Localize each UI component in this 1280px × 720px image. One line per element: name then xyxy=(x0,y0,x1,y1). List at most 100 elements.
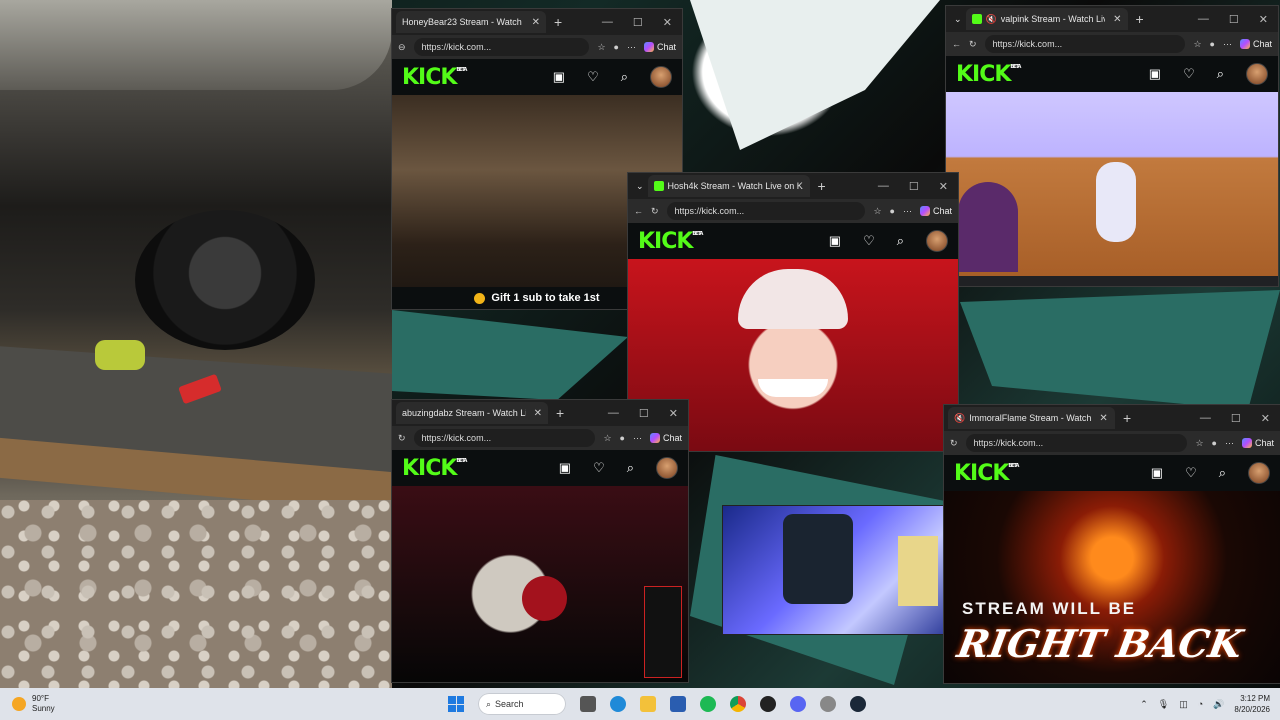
browse-icon[interactable]: ▣ xyxy=(829,233,841,249)
url-field[interactable]: https://kick.com... xyxy=(413,429,596,447)
edge-icon[interactable] xyxy=(610,696,626,712)
reload-icon[interactable]: ↻ xyxy=(398,433,406,444)
menu-icon[interactable]: ⋯ xyxy=(903,206,912,217)
volume-icon[interactable]: 🔊 xyxy=(1213,699,1224,710)
new-tab-button[interactable]: + xyxy=(1123,410,1131,426)
close-window-icon[interactable]: ✕ xyxy=(669,407,678,420)
maximize-icon[interactable]: ☐ xyxy=(1229,13,1239,26)
user-avatar[interactable] xyxy=(926,230,948,252)
tab-abuzing[interactable]: abuzingdabz Stream - Watch Live ✕ xyxy=(396,402,548,424)
kick-logo[interactable]: KICK BETA xyxy=(956,62,1021,87)
search-icon[interactable]: ⌕ xyxy=(621,69,628,85)
close-tab-icon[interactable]: ✕ xyxy=(1099,413,1107,424)
star-icon[interactable]: ☆ xyxy=(597,42,605,53)
clock[interactable]: 3:12 PM 8/20/2026 xyxy=(1234,693,1270,715)
url-field[interactable]: https://kick.com... xyxy=(965,434,1188,452)
profile-icon[interactable]: ● xyxy=(1212,438,1217,448)
menu-icon[interactable]: ⋯ xyxy=(1225,438,1234,449)
settings-icon[interactable] xyxy=(820,696,836,712)
windows-start-icon[interactable] xyxy=(448,696,464,712)
following-icon[interactable]: ♡ xyxy=(1185,465,1197,481)
close-window-icon[interactable]: ✕ xyxy=(663,16,672,29)
browser-window-abuzing[interactable]: abuzingdabz Stream - Watch Live ✕ + — ☐ ✕ … xyxy=(392,400,688,682)
profile-icon[interactable]: ● xyxy=(614,42,619,52)
back-icon[interactable]: ← xyxy=(952,39,961,49)
new-tab-button[interactable]: + xyxy=(818,178,826,194)
reload-icon[interactable]: ↻ xyxy=(950,438,958,449)
mic-icon[interactable]: 🎙 xyxy=(1158,699,1169,710)
tab-immoral[interactable]: 🔇 ImmoralFlame Stream - Watch ✕ xyxy=(948,407,1115,429)
close-window-icon[interactable]: ✕ xyxy=(1259,13,1268,26)
close-tab-icon[interactable]: ✕ xyxy=(1113,14,1121,25)
search-icon[interactable]: ⌕ xyxy=(897,233,904,249)
close-tab-icon[interactable]: ✕ xyxy=(532,17,540,28)
url-field[interactable]: https://kick.com... xyxy=(413,38,590,56)
minimize-icon[interactable]: — xyxy=(1200,412,1211,425)
wifi-icon[interactable]: ◔ xyxy=(1198,699,1203,709)
close-tab-icon[interactable]: ✕ xyxy=(534,408,542,419)
following-icon[interactable]: ♡ xyxy=(1183,66,1195,82)
tab-valpink[interactable]: 🔇 valpink Stream - Watch Live o ✕ xyxy=(965,8,1128,30)
copilot-chat-button[interactable]: Chat xyxy=(649,433,682,443)
reload-icon[interactable]: ↻ xyxy=(651,206,659,217)
menu-icon[interactable]: ⋯ xyxy=(627,42,636,53)
tab-list-icon[interactable]: ⌄ xyxy=(954,14,962,25)
profile-icon[interactable]: ● xyxy=(890,206,895,216)
kick-logo[interactable]: KICK BETA xyxy=(638,229,703,254)
menu-icon[interactable]: ⋯ xyxy=(1223,39,1232,50)
browser-window-immoral[interactable]: 🔇 ImmoralFlame Stream - Watch ✕ + — ☐ ✕ ↻ … xyxy=(944,405,1280,683)
minimize-icon[interactable]: — xyxy=(1198,13,1209,26)
following-icon[interactable]: ♡ xyxy=(587,69,599,85)
user-avatar[interactable] xyxy=(650,66,672,88)
tab-hosh[interactable]: Hosh4k Stream - Watch Live on K xyxy=(647,175,810,197)
following-icon[interactable]: ♡ xyxy=(593,460,605,476)
profile-icon[interactable]: ● xyxy=(1210,39,1215,49)
stream-video[interactable]: STREAM WILL BE RIGHT BACK xyxy=(944,491,1280,683)
browser-window-valpink[interactable]: ⌄ 🔇 valpink Stream - Watch Live o ✕ + — ☐… xyxy=(946,6,1278,286)
copilot-chat-button[interactable]: Chat xyxy=(919,206,952,216)
muted-icon[interactable]: 🔇 xyxy=(986,14,997,25)
kick-logo[interactable]: KICK BETA xyxy=(954,461,1019,486)
user-avatar[interactable] xyxy=(1248,462,1270,484)
muted-icon[interactable]: 🔇 xyxy=(954,413,965,424)
star-icon[interactable]: ☆ xyxy=(603,433,611,444)
obs-icon[interactable] xyxy=(760,696,776,712)
taskbar-search[interactable]: ⌕ Search xyxy=(478,693,566,715)
following-icon[interactable]: ♡ xyxy=(863,233,875,249)
stream-video[interactable] xyxy=(392,486,688,682)
kick-logo[interactable]: KICK BETA xyxy=(402,65,467,90)
star-icon[interactable]: ☆ xyxy=(1195,438,1203,449)
maximize-icon[interactable]: ☐ xyxy=(633,16,643,29)
discord-icon[interactable] xyxy=(790,696,806,712)
maximize-icon[interactable]: ☐ xyxy=(909,180,919,193)
stream-video[interactable] xyxy=(946,92,1278,276)
browse-icon[interactable]: ▣ xyxy=(553,69,565,85)
user-avatar[interactable] xyxy=(1246,63,1268,85)
minimize-icon[interactable]: — xyxy=(878,180,889,193)
star-icon[interactable]: ☆ xyxy=(873,206,881,217)
close-window-icon[interactable]: ✕ xyxy=(1261,412,1270,425)
reload-icon[interactable]: ↻ xyxy=(969,39,977,50)
network-icon[interactable]: ◫ xyxy=(1179,699,1188,710)
url-field[interactable]: https://kick.com... xyxy=(666,202,866,220)
file-explorer-icon[interactable] xyxy=(640,696,656,712)
search-icon[interactable]: ⌕ xyxy=(627,460,634,476)
tab-honeybear[interactable]: HoneyBear23 Stream - Watch Live ✕ xyxy=(396,11,546,33)
profile-icon[interactable]: ● xyxy=(620,433,625,443)
new-tab-button[interactable]: + xyxy=(556,405,564,421)
minimize-icon[interactable]: — xyxy=(602,16,613,29)
star-icon[interactable]: ☆ xyxy=(1193,39,1201,50)
spotify-icon[interactable] xyxy=(700,696,716,712)
store-icon[interactable] xyxy=(670,696,686,712)
steam-icon[interactable] xyxy=(850,696,866,712)
user-avatar[interactable] xyxy=(656,457,678,479)
kick-logo[interactable]: KICK BETA xyxy=(402,456,467,481)
new-tab-button[interactable]: + xyxy=(554,14,562,30)
url-field[interactable]: https://kick.com... xyxy=(984,35,1186,53)
chrome-icon[interactable] xyxy=(730,696,746,712)
tab-list-icon[interactable]: ⌄ xyxy=(636,181,644,192)
new-tab-button[interactable]: + xyxy=(1136,11,1144,27)
search-icon[interactable]: ⌕ xyxy=(1219,465,1226,481)
close-window-icon[interactable]: ✕ xyxy=(939,180,948,193)
browse-icon[interactable]: ▣ xyxy=(559,460,571,476)
